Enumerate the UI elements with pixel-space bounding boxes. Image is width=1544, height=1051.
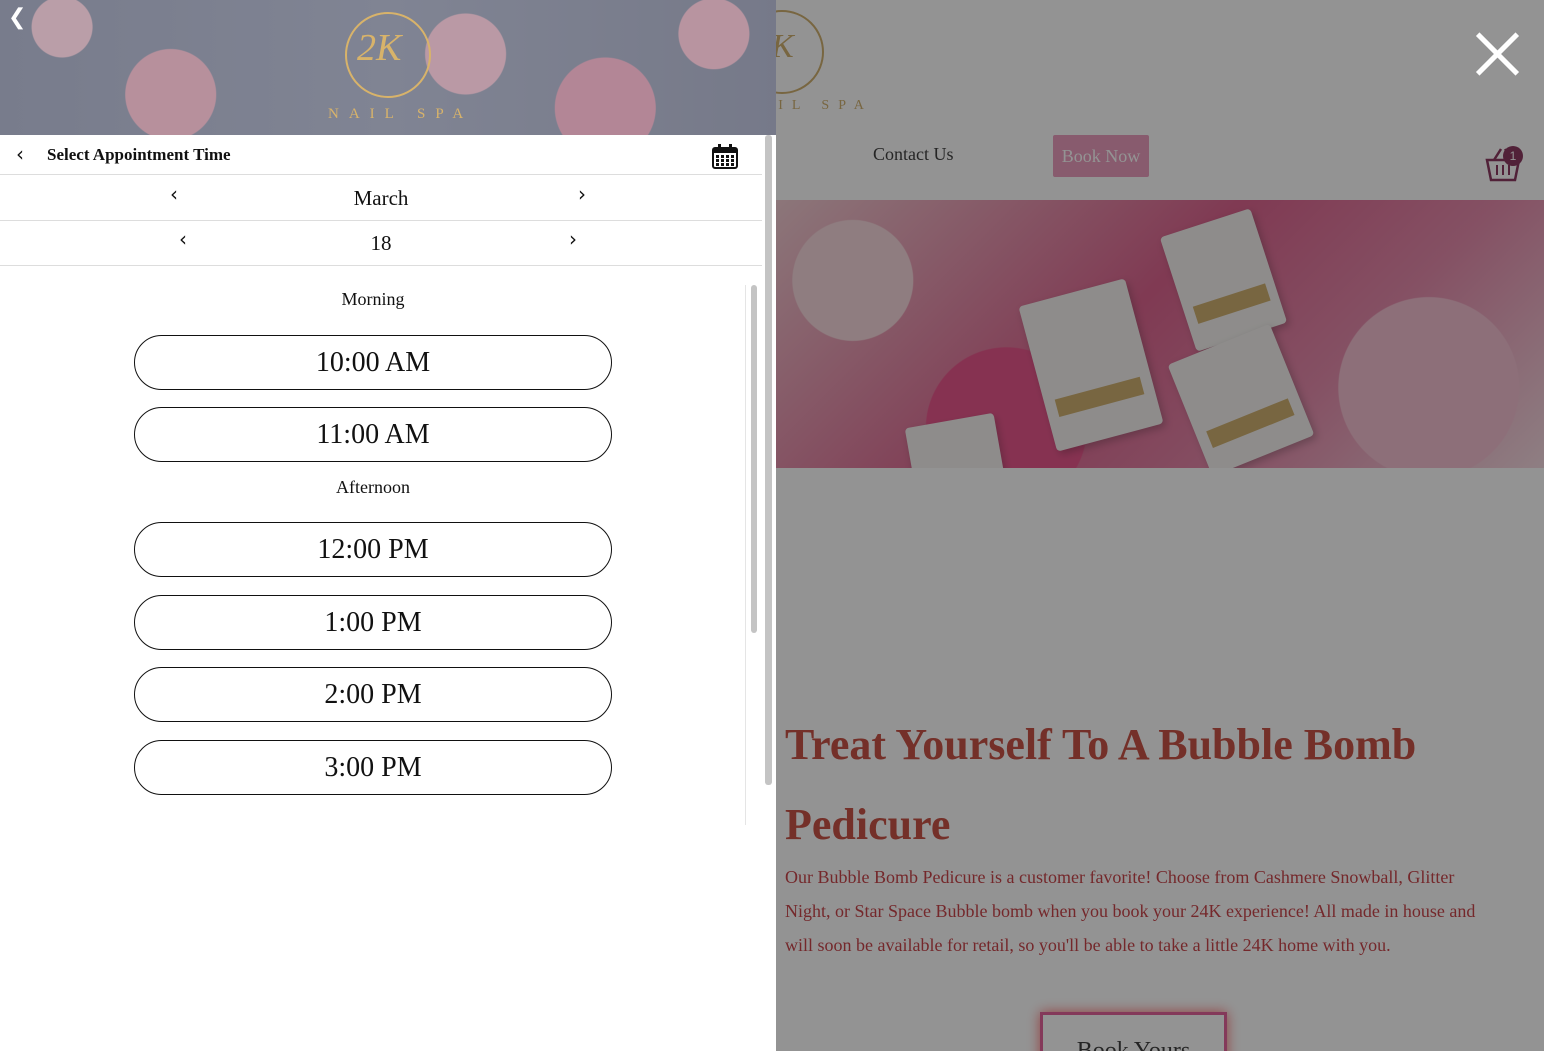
booking-panel: ❮ 2K NAIL SPA ‹ Select Appointment Time … xyxy=(0,0,776,1051)
time-slot-button[interactable]: 11:00 AM xyxy=(134,407,612,462)
time-slots-list: Morning 10:00 AM 11:00 AM Afternoon 12:0… xyxy=(0,285,746,825)
chevron-left-icon[interactable]: ❮ xyxy=(8,7,28,30)
chevron-left-icon[interactable]: ‹ xyxy=(16,142,24,166)
panel-logo-monogram: 2K xyxy=(357,27,402,69)
section-label-morning: Morning xyxy=(341,289,405,309)
month-value: March xyxy=(353,186,409,210)
panel-logo-text: NAIL SPA xyxy=(328,106,474,122)
day-value: 18 xyxy=(370,231,392,255)
time-slot-button[interactable]: 2:00 PM xyxy=(134,667,612,722)
panel-logo: 2K xyxy=(345,12,431,98)
close-icon[interactable] xyxy=(1474,30,1522,78)
time-slot-button[interactable]: 10:00 AM xyxy=(134,335,612,390)
section-label-afternoon: Afternoon xyxy=(336,477,410,497)
panel-scrollbar[interactable] xyxy=(765,135,772,785)
time-slot-button[interactable]: 12:00 PM xyxy=(134,522,612,577)
chevron-right-icon[interactable]: › xyxy=(578,184,586,204)
time-slot-button[interactable]: 3:00 PM xyxy=(134,740,612,795)
panel-header-banner: ❮ 2K NAIL SPA xyxy=(0,0,776,135)
panel-title-bar: ‹ Select Appointment Time xyxy=(0,135,762,175)
month-selector: ‹ March › xyxy=(0,176,762,221)
day-selector: ‹ 18 › xyxy=(0,221,762,266)
calendar-icon[interactable] xyxy=(712,144,738,169)
page-title: Select Appointment Time xyxy=(47,145,231,164)
slots-scrollbar[interactable] xyxy=(751,285,757,633)
chevron-right-icon[interactable]: › xyxy=(569,229,577,249)
time-slot-button[interactable]: 1:00 PM xyxy=(134,595,612,650)
